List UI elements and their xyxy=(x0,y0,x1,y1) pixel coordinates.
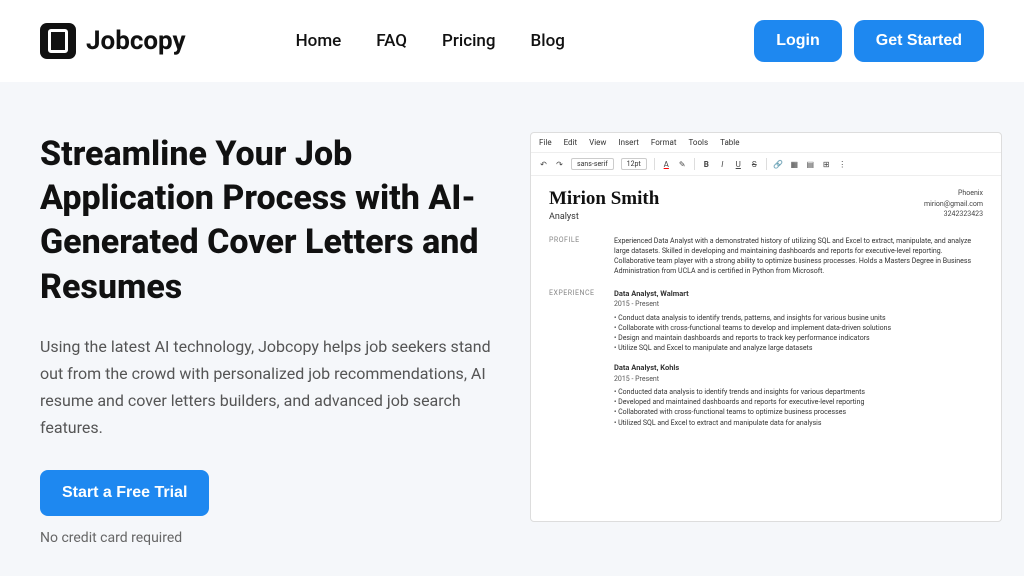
nav-link-blog[interactable]: Blog xyxy=(531,31,565,51)
highlight-icon[interactable]: ✎ xyxy=(678,160,687,169)
job-bullet: • Conducted data analysis to identify tr… xyxy=(614,387,983,397)
job-bullet: • Developed and maintained dashboards an… xyxy=(614,397,983,407)
navbar: Jobcopy Home FAQ Pricing Blog Login Get … xyxy=(0,0,1024,82)
redo-icon[interactable]: ↷ xyxy=(555,160,564,169)
job-title: Data Analyst, Walmart xyxy=(614,289,983,300)
size-select[interactable]: 12pt xyxy=(621,158,647,170)
job-bullet: • Utilize SQL and Excel to manipulate an… xyxy=(614,343,983,353)
italic-icon[interactable]: I xyxy=(718,160,727,169)
nav-link-home[interactable]: Home xyxy=(296,31,342,51)
logo[interactable]: Jobcopy xyxy=(40,23,186,59)
underline-icon[interactable]: U xyxy=(734,160,743,169)
job-bullet: • Collaborated with cross-functional tea… xyxy=(614,407,983,417)
job-title: Data Analyst, Kohls xyxy=(614,363,983,374)
job-bullet: • Collaborate with cross-functional team… xyxy=(614,323,983,333)
table-icon[interactable]: ▤ xyxy=(806,160,815,169)
nav-links: Home FAQ Pricing Blog xyxy=(296,31,565,51)
menu-tools[interactable]: Tools xyxy=(689,138,709,147)
menu-view[interactable]: View xyxy=(589,138,606,147)
resume-contact: Phoenix mirion@gmail.com 3242323423 xyxy=(924,188,983,220)
editor-toolbar: ↶ ↷ sans-serif 12pt A ✎ B I U S 🔗 ▦ ▤ ⊞ … xyxy=(531,153,1001,176)
more-icon[interactable]: ⋮ xyxy=(838,160,847,169)
job-bullet: • Design and maintain dashboards and rep… xyxy=(614,333,983,343)
resume-email: mirion@gmail.com xyxy=(924,199,983,210)
resume-phone: 3242323423 xyxy=(924,209,983,220)
divider xyxy=(766,158,767,170)
cta-note: No credit card required xyxy=(40,530,500,546)
menu-format[interactable]: Format xyxy=(651,138,677,147)
strike-icon[interactable]: S xyxy=(750,160,759,169)
experience-body: Data Analyst, Walmart 2015 - Present • C… xyxy=(614,289,983,438)
link-icon[interactable]: 🔗 xyxy=(774,160,783,169)
resume-header: Mirion Smith Analyst Phoenix mirion@gmai… xyxy=(549,188,983,222)
hero-section: Streamline Your Job Application Process … xyxy=(0,82,1024,546)
nav-link-faq[interactable]: FAQ xyxy=(376,31,407,51)
resume-name: Mirion Smith xyxy=(549,188,659,210)
get-started-button[interactable]: Get Started xyxy=(854,20,984,62)
divider xyxy=(654,158,655,170)
undo-icon[interactable]: ↶ xyxy=(539,160,548,169)
nav-actions: Login Get Started xyxy=(754,20,984,62)
menu-insert[interactable]: Insert xyxy=(618,138,639,147)
hero-preview: File Edit View Insert Format Tools Table… xyxy=(530,132,1002,546)
job-dates: 2015 - Present xyxy=(614,374,983,384)
resume-document[interactable]: Mirion Smith Analyst Phoenix mirion@gmai… xyxy=(531,176,1001,462)
job-bullet: • Conduct data analysis to identify tren… xyxy=(614,313,983,323)
resume-role: Analyst xyxy=(549,212,659,222)
divider xyxy=(694,158,695,170)
brand-name: Jobcopy xyxy=(86,26,186,56)
resume-location: Phoenix xyxy=(924,188,983,199)
job-entry: Data Analyst, Kohls 2015 - Present • Con… xyxy=(614,363,983,428)
job-entry: Data Analyst, Walmart 2015 - Present • C… xyxy=(614,289,983,354)
profile-section: PROFILE Experienced Data Analyst with a … xyxy=(549,236,983,277)
menu-table[interactable]: Table xyxy=(720,138,739,147)
start-trial-button[interactable]: Start a Free Trial xyxy=(40,470,209,516)
image-icon[interactable]: ▦ xyxy=(790,160,799,169)
job-dates: 2015 - Present xyxy=(614,299,983,309)
hero-description: Using the latest AI technology, Jobcopy … xyxy=(40,333,500,442)
logo-icon xyxy=(40,23,76,59)
menu-edit[interactable]: Edit xyxy=(564,138,578,147)
grid-icon[interactable]: ⊞ xyxy=(822,160,831,169)
profile-label: PROFILE xyxy=(549,236,614,277)
experience-label: EXPERIENCE xyxy=(549,289,614,438)
bold-icon[interactable]: B xyxy=(702,160,711,169)
login-button[interactable]: Login xyxy=(754,20,842,62)
resume-editor: File Edit View Insert Format Tools Table… xyxy=(530,132,1002,522)
nav-link-pricing[interactable]: Pricing xyxy=(442,31,496,51)
editor-menubar: File Edit View Insert Format Tools Table xyxy=(531,133,1001,153)
menu-file[interactable]: File xyxy=(539,138,552,147)
job-bullet: • Utilized SQL and Excel to extract and … xyxy=(614,418,983,428)
hero-title: Streamline Your Job Application Process … xyxy=(40,132,500,309)
experience-section: EXPERIENCE Data Analyst, Walmart 2015 - … xyxy=(549,289,983,438)
text-color-icon[interactable]: A xyxy=(662,160,671,169)
font-select[interactable]: sans-serif xyxy=(571,158,614,170)
profile-text: Experienced Data Analyst with a demonstr… xyxy=(614,236,983,277)
hero-content: Streamline Your Job Application Process … xyxy=(40,132,500,546)
